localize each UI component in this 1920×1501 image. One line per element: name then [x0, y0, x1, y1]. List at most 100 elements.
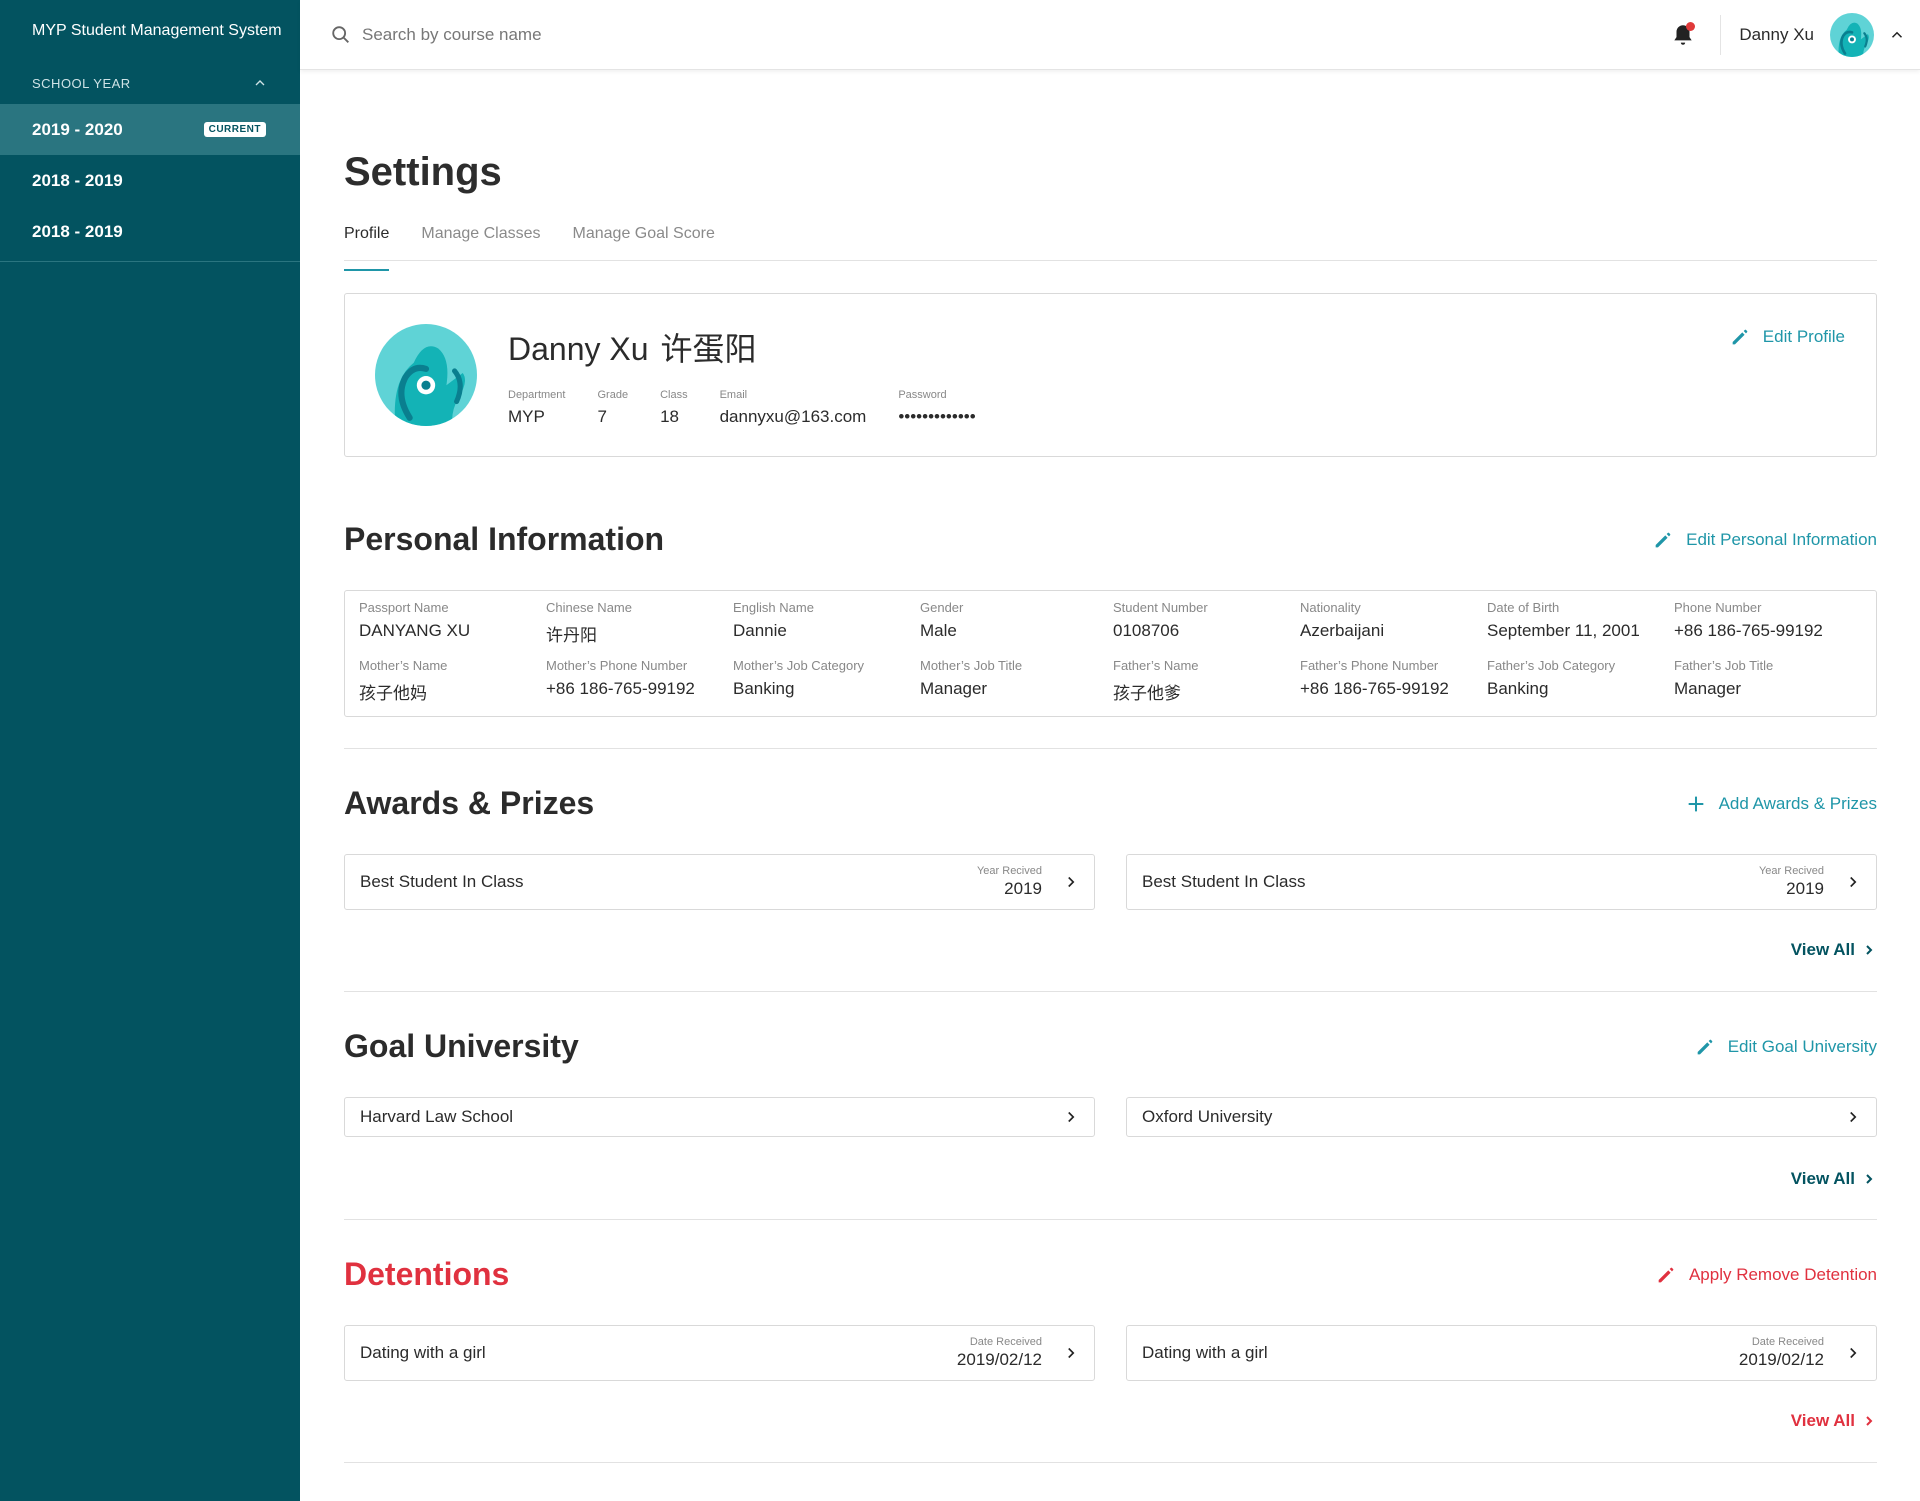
field-value: +86 186-765-99192 — [546, 679, 695, 698]
pencil-icon — [1732, 329, 1748, 345]
notification-button[interactable] — [1670, 21, 1696, 48]
field-value: Banking — [733, 679, 795, 698]
year-received-label: Year Recived — [1758, 865, 1824, 877]
award-title: Best Student In Class — [1142, 872, 1306, 891]
awards-view-all-link[interactable]: View All — [344, 940, 1877, 960]
profile-field-grade: Grade 7 — [597, 389, 628, 427]
award-card[interactable]: Best Student In Class Year Recived 2019 — [1126, 854, 1877, 910]
profile-fields: Department MYP Grade 7 Class 18 Email dannyx… — [508, 389, 1008, 427]
award-meta: Year Recived 2019 — [1759, 865, 1824, 899]
awards-header: Awards & Prizes Add Awards & Prizes — [344, 785, 1877, 822]
field-label: Father’s Name — [1113, 658, 1199, 673]
sidebar-divider — [0, 261, 300, 262]
edit-personal-info-button[interactable]: Edit Personal Information — [1652, 529, 1877, 551]
pencil-icon — [1697, 1039, 1713, 1054]
field-value: September 11, 2001 — [1487, 621, 1640, 640]
field-label: Department — [508, 389, 566, 401]
add-awards-label: Add Awards & Prizes — [1718, 793, 1877, 813]
award-card[interactable]: Best Student In Class Year Recived 2019 — [344, 854, 1095, 910]
profile-field-department: Department MYP — [508, 389, 565, 427]
field-label: Father’s Phone Number — [1300, 658, 1439, 673]
search-bar — [330, 24, 762, 46]
detentions-view-all-link[interactable]: View All — [344, 1411, 1877, 1431]
field-value: Male — [920, 621, 957, 640]
goal-university-header: Goal University Edit Goal University — [344, 1028, 1877, 1065]
chevron-right-icon — [1866, 1416, 1873, 1426]
field-value: 7 — [597, 407, 607, 426]
view-all-label: View All — [1790, 1411, 1855, 1430]
chevron-up-icon[interactable] — [1888, 26, 1906, 44]
info-field: Father’s Name 孩子他爹 — [1113, 658, 1300, 704]
profile-field-password: Password ••••••••••••• — [898, 389, 975, 427]
detention-card[interactable]: Dating with a girl Date Received 2019/02/… — [344, 1325, 1095, 1381]
field-value: 0108706 — [1113, 621, 1180, 640]
sidebar-year-2019-2020[interactable]: 2019 - 2020 CURRENT — [0, 104, 300, 155]
personal-info-grid: Passport Name DANYANG XU Chinese Name 许丹阳 … — [344, 590, 1877, 717]
award-title: Best Student In Class — [360, 872, 524, 891]
tab-manage-goal-score[interactable]: Manage Goal Score — [573, 225, 715, 260]
apply-remove-detention-button[interactable]: Apply Remove Detention — [1655, 1264, 1877, 1286]
year-received-value: 2019 — [1004, 879, 1042, 898]
field-label: Father’s Job Category — [1487, 658, 1616, 673]
info-field: Student Number 0108706 — [1113, 600, 1300, 646]
detention-title: Dating with a girl — [360, 1343, 486, 1362]
profile-english-name: Danny Xu — [508, 331, 649, 367]
info-field: Father’s Phone Number +86 186-765-99192 — [1300, 658, 1487, 704]
info-field: Mother’s Name 孩子他妈 — [359, 658, 546, 704]
date-received-label: Date Received — [969, 1336, 1042, 1348]
info-field: Gender Male — [920, 600, 1113, 646]
year-label: 2018 - 2019 — [32, 221, 123, 241]
user-name[interactable]: Danny Xu — [1739, 25, 1814, 45]
field-label: Grade — [597, 389, 629, 401]
sidebar: MYP Student Management System SCHOOL YEA… — [0, 0, 300, 1501]
year-received-value: 2019 — [1786, 879, 1824, 898]
info-field: Date of Birth September 11, 2001 — [1487, 600, 1674, 646]
sidebar-year-2018-2019-b[interactable]: 2018 - 2019 — [0, 206, 300, 257]
chevron-right-icon — [1866, 1174, 1873, 1184]
field-value: 18 — [660, 407, 679, 426]
info-field: Mother’s Job Category Banking — [733, 658, 920, 704]
field-value: Manager — [1674, 679, 1742, 698]
info-field: Nationality Azerbaijani — [1300, 600, 1487, 646]
avatar[interactable] — [1830, 13, 1874, 57]
chevron-right-icon — [1068, 1347, 1075, 1359]
detentions-header: Detentions Apply Remove Detention — [344, 1256, 1877, 1293]
field-value: Banking — [1487, 679, 1549, 698]
section-divider — [344, 1219, 1877, 1220]
apply-remove-detention-label: Apply Remove Detention — [1688, 1264, 1877, 1284]
university-name: Harvard Law School — [360, 1107, 514, 1126]
add-awards-button[interactable]: Add Awards & Prizes — [1685, 793, 1877, 815]
field-label: Mother’s Phone Number — [546, 658, 688, 673]
school-year-header[interactable]: SCHOOL YEAR — [0, 62, 300, 104]
field-value: Manager — [920, 679, 988, 698]
edit-profile-button[interactable]: Edit Profile — [1729, 326, 1845, 348]
personal-info-header: Personal Information Edit Personal Infor… — [344, 521, 1877, 558]
year-label: 2019 - 2020 — [32, 119, 123, 139]
pencil-icon — [1655, 532, 1671, 547]
profile-name: Danny Xu 许蛋阳 — [508, 324, 757, 370]
awards-title: Awards & Prizes — [344, 785, 595, 821]
edit-personal-info-label: Edit Personal Information — [1686, 529, 1877, 549]
view-all-label: View All — [1790, 940, 1855, 959]
topbar-user-area: Danny Xu — [1670, 0, 1920, 69]
field-value: DANYANG XU — [359, 621, 471, 640]
personal-info-title: Personal Information — [344, 521, 665, 557]
field-label: Class — [660, 389, 688, 401]
goal-university-view-all-link[interactable]: View All — [344, 1169, 1877, 1189]
section-divider — [344, 991, 1877, 992]
edit-goal-university-label: Edit Goal University — [1727, 1036, 1877, 1056]
detention-card[interactable]: Dating with a girl Date Received 2019/02/… — [1126, 1325, 1877, 1381]
university-card[interactable]: Oxford University — [1126, 1097, 1877, 1137]
field-label: Date of Birth — [1487, 600, 1560, 615]
edit-goal-university-button[interactable]: Edit Goal University — [1694, 1036, 1877, 1058]
search-input[interactable] — [362, 24, 762, 45]
field-label: Mother’s Job Title — [920, 658, 1023, 673]
topbar-separator — [1720, 14, 1722, 55]
university-card[interactable]: Harvard Law School — [344, 1097, 1095, 1137]
tab-manage-classes[interactable]: Manage Classes — [421, 225, 540, 260]
tab-profile[interactable]: Profile — [344, 225, 390, 271]
info-field: Mother’s Job Title Manager — [920, 658, 1113, 704]
school-year-label: SCHOOL YEAR — [32, 75, 131, 91]
main-content: Settings Profile Manage Classes Manage G… — [344, 70, 1877, 1463]
sidebar-year-2018-2019[interactable]: 2018 - 2019 — [0, 155, 300, 206]
